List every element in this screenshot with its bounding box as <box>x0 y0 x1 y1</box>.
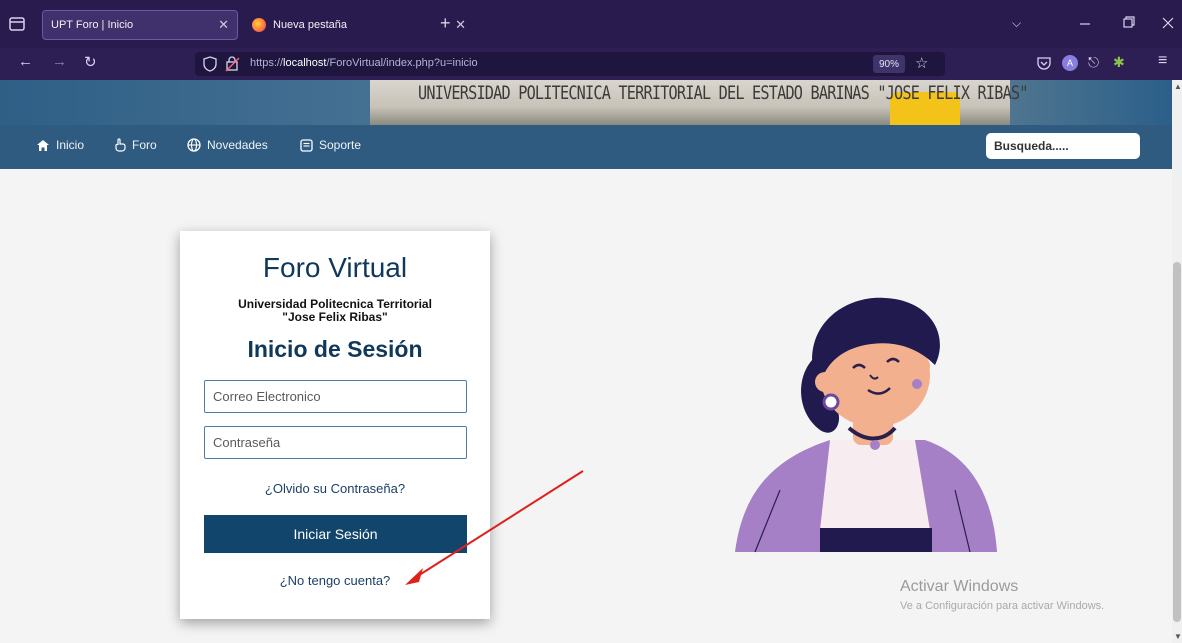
login-subtitle: Inicio de Sesión <box>247 336 423 362</box>
nav-item-soporte[interactable]: Soporte <box>300 138 361 152</box>
illustration-pants <box>820 528 932 552</box>
password-field[interactable] <box>204 426 467 459</box>
url-text[interactable]: https://localhost/ForoVirtual/index.php?… <box>250 57 478 69</box>
minimize-window-icon[interactable] <box>1066 8 1104 38</box>
url-path: /ForoVirtual/index.php?u=inicio <box>326 57 478 69</box>
illustration-shirt <box>820 440 930 530</box>
email-field[interactable] <box>204 380 467 413</box>
nav-item-foro[interactable]: Foro <box>114 138 157 152</box>
nav-item-label: Novedades <box>207 138 268 152</box>
annotation-arrow <box>405 470 584 585</box>
back-icon[interactable]: ← <box>18 53 33 70</box>
menu-icon[interactable]: ≡ <box>1158 52 1167 70</box>
firefox-logo-icon <box>252 18 266 32</box>
forward-icon[interactable]: → <box>52 53 67 70</box>
university-name: Universidad Politecnica Territorial "Jos… <box>180 298 490 324</box>
restore-window-icon[interactable] <box>1114 8 1144 38</box>
reload-icon[interactable]: ↻ <box>84 53 97 71</box>
university-banner: UNIVERSIDAD POLITECNICA TERRITORIAL DEL … <box>0 80 1172 125</box>
globe-icon <box>187 138 201 152</box>
university-line-2: "Jose Felix Ribas" <box>282 310 388 324</box>
activation-watermark-subtitle: Ve a Configuración para activar Windows. <box>900 600 1105 612</box>
url-protocol: https:// <box>250 57 284 69</box>
search-input[interactable] <box>986 133 1140 159</box>
bookmark-star-icon[interactable]: ☆ <box>915 54 928 72</box>
home-icon <box>37 139 49 151</box>
scroll-up-icon[interactable]: ▲ <box>1174 82 1182 91</box>
nav-item-novedades[interactable]: Novedades <box>187 138 268 152</box>
url-host: localhost <box>283 57 327 69</box>
close-tab-icon[interactable]: ✕ <box>455 17 466 33</box>
activation-watermark-title: Activar Windows <box>900 578 1019 595</box>
tab-label: Nueva pestaña <box>273 19 347 31</box>
nav-item-label: Inicio <box>56 138 85 152</box>
scroll-down-icon[interactable]: ▼ <box>1174 632 1182 641</box>
page-info-icon[interactable] <box>224 55 242 78</box>
pocket-icon[interactable] <box>1036 55 1052 76</box>
list-tabs-icon[interactable]: ⌵ <box>1012 16 1021 31</box>
share-icon[interactable]: ⎋ <box>1088 54 1099 71</box>
extension-icon[interactable]: ✱ <box>1113 54 1125 71</box>
close-window-icon[interactable] <box>1154 8 1182 38</box>
tab-label: UPT Foro | Inicio <box>51 19 134 31</box>
woman-illustration <box>735 297 997 553</box>
message-icon <box>300 138 313 152</box>
new-tab-button[interactable]: + <box>440 13 451 34</box>
nav-item-label: Soporte <box>319 138 362 152</box>
account-avatar-icon[interactable]: A <box>1062 55 1078 71</box>
close-tab-icon[interactable]: ✕ <box>218 17 229 33</box>
hand-pointer-icon <box>115 138 126 152</box>
page-scrollbar-thumb[interactable] <box>1173 262 1181 622</box>
shield-icon[interactable] <box>203 56 217 77</box>
tab-upt-foro[interactable]: UPT Foro | Inicio ✕ <box>42 10 238 40</box>
banner-university-name: UNIVERSIDAD POLITECNICA TERRITORIAL DEL … <box>418 82 1028 104</box>
nav-item-inicio[interactable]: Inicio <box>36 138 84 152</box>
nav-item-label: Foro <box>132 138 157 152</box>
zoom-level-badge[interactable]: 90% <box>873 55 905 73</box>
tab-overview-icon[interactable] <box>8 15 26 38</box>
page-title: Foro Virtual <box>262 252 408 283</box>
